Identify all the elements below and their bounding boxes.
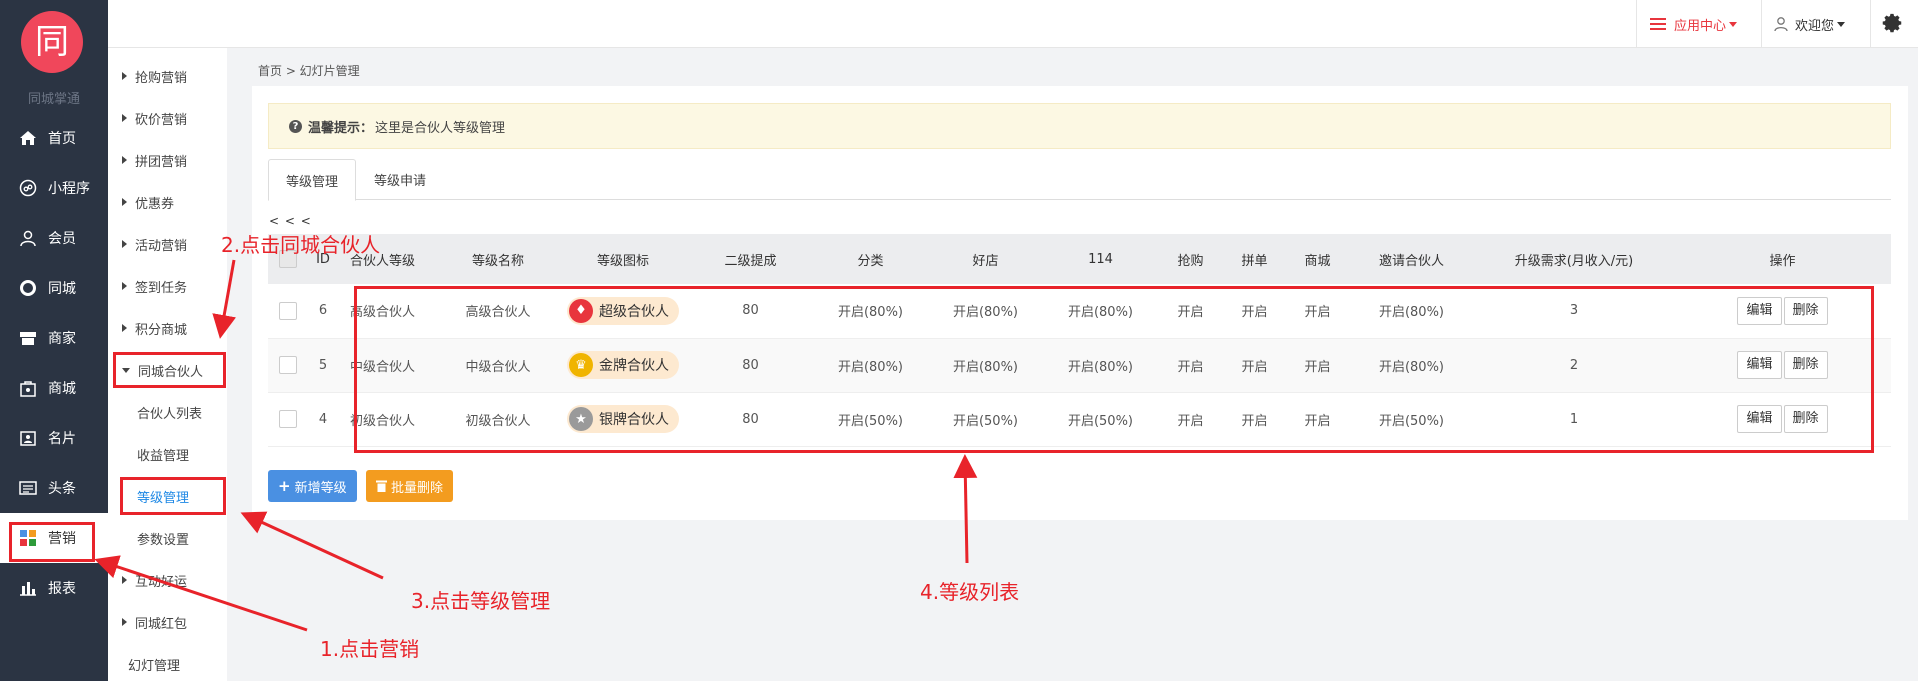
arrow-step-4 [953,454,978,564]
arrow-step-2 [212,259,236,339]
arrow-step-3 [240,511,384,580]
arrow-step-1 [94,555,308,632]
annotation-arrows [94,259,978,632]
